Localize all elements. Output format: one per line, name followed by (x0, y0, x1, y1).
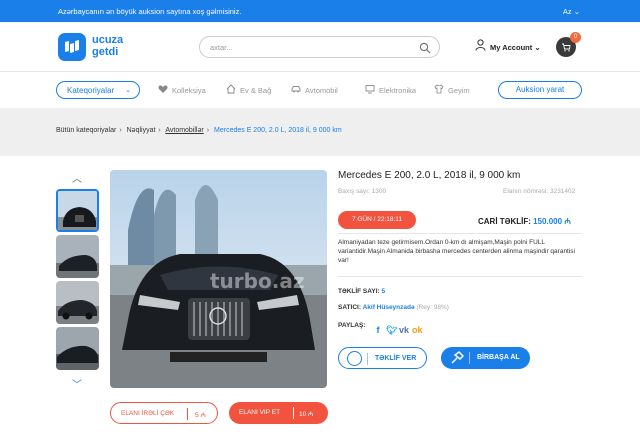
nav-item-label: Ev & Bağ (240, 86, 272, 95)
thumbnail-3[interactable] (56, 281, 99, 324)
make-vip-label: ELANI VIP ET (239, 409, 281, 416)
breadcrumb-item[interactable]: Nəqliyyat (127, 127, 156, 134)
divider (338, 233, 582, 234)
cart-count-badge: 0 (570, 32, 581, 43)
manat-icon: ₼ (564, 217, 571, 226)
top-bar: Azərbaycanın ən böyük auksion saytına xo… (0, 0, 640, 22)
divider (338, 276, 582, 277)
seller-name-link[interactable]: Akif Hüseynzadə (363, 304, 415, 311)
seller-label: SATICI: (338, 304, 361, 311)
logo-line-1: ucuza (92, 34, 124, 46)
search-input[interactable]: axtar... (199, 36, 440, 58)
thumbnail-2[interactable] (56, 235, 99, 278)
bump-listing-price: 5 (195, 412, 199, 419)
make-vip-price: 10 (299, 411, 307, 418)
create-auction-button[interactable]: Auksion yarat (498, 81, 582, 99)
buy-now-button[interactable]: BİRBAŞA AL (441, 347, 530, 369)
breadcrumb-current: Mercedes E 200, 2.0 L, 2018 il, 9 000 km (214, 127, 342, 134)
offer-count: TƏKLİF SAYI: 5 (338, 288, 385, 295)
share-row: PAYLAŞ: (338, 322, 365, 329)
nav-item-label: Kolleksiya (172, 86, 206, 95)
divider (293, 407, 294, 419)
vk-icon[interactable]: vk (399, 325, 409, 335)
chevron-down-icon: ⌄ (125, 87, 131, 94)
site-header: ucuza getdi axtar... My Account ⌄ 0 (0, 22, 640, 72)
view-count: Baxış sayı: 1300 (338, 188, 387, 195)
chevron-right-icon: › (119, 127, 122, 134)
chevron-up-icon[interactable]: ︿ (72, 170, 82, 185)
search-placeholder: axtar... (210, 43, 233, 52)
twitter-icon[interactable]: 🐦︎ (386, 325, 397, 335)
house-icon (226, 84, 236, 94)
listing-number: Elanın nömrəsi: 3231402 (503, 188, 576, 195)
make-offer-label: TƏKLİF VER (375, 355, 417, 362)
breadcrumb: Bütün kateqoriyalar › Nəqliyyat › Avtomobi… (56, 127, 345, 134)
product-title: Mercedes E 200, 2.0 L, 2018 il, 9 000 km (338, 170, 521, 181)
nav-item-label: Avtomobil (305, 86, 338, 95)
divider (469, 352, 470, 364)
share-icons: f 🐦︎ vk ok (373, 320, 425, 338)
divider (367, 353, 368, 365)
chevron-right-icon: › (206, 127, 210, 134)
heart-icon (158, 85, 168, 93)
category-nav: Kateqoriyalar ⌄ Kolleksiya Ev & Bağ Avto… (0, 72, 640, 108)
shirt-icon (434, 84, 444, 94)
nav-item-label: Elektronika (379, 86, 417, 95)
account-label: My Account (490, 43, 533, 52)
make-offer-button[interactable]: TƏKLİF VER (338, 347, 427, 369)
odnoklassniki-icon[interactable]: ok (412, 325, 423, 335)
thumbnail-1[interactable] (56, 189, 99, 232)
breadcrumb-item[interactable]: Avtomobillər (165, 127, 203, 134)
offer-count-label: TƏKLİF SAYI: (338, 288, 380, 295)
gavel-icon (451, 351, 464, 364)
facebook-icon[interactable]: f (373, 325, 383, 335)
product-description: Almaniyadan teze getirmisem.Ordan 0-km d… (338, 239, 576, 264)
search-icon[interactable] (419, 41, 431, 59)
bump-listing-button[interactable]: ELANI İRƏLİ ÇƏK 5 ₼ (110, 402, 218, 424)
breadcrumb-item[interactable]: Bütün kateqoriyalar (56, 127, 116, 134)
buy-now-label: BİRBAŞA AL (477, 354, 520, 361)
nav-item-label: Geyim (448, 86, 470, 95)
logo-icon[interactable] (58, 33, 86, 61)
logo-text[interactable]: ucuza getdi (92, 34, 123, 58)
divider (187, 408, 188, 420)
chevron-down-icon[interactable]: ﹀ (72, 376, 82, 391)
chevron-right-icon: › (158, 127, 161, 134)
cart-button[interactable]: 0 (556, 32, 581, 57)
countdown-timer: 7 GÜN / 22:18:11 (338, 211, 416, 229)
language-selector[interactable]: Az ⌄ (563, 7, 580, 16)
current-bid: CARİ TƏKLİF: 150.000 ₼ (478, 216, 571, 227)
seller-rating: (Rey: 98%) (416, 304, 449, 311)
seller-info: SATICI: Akif Hüseynzadə (Rey: 98%) (338, 304, 449, 311)
manat-icon: ₼ (200, 412, 206, 419)
share-label: PAYLAŞ: (338, 322, 366, 329)
welcome-text: Azərbaycanın ən böyük auksion saytına xo… (58, 7, 242, 16)
user-icon (475, 39, 486, 53)
current-bid-value: 150.000 (533, 217, 563, 226)
watermark: turbo.az (210, 269, 304, 293)
breadcrumb-band: Bütün kateqoriyalar › Nəqliyyat › Avtomobi… (0, 108, 640, 156)
current-bid-label: CARİ TƏKLİF: (478, 217, 531, 226)
logo-line-2: getdi (92, 46, 119, 58)
car-icon (291, 86, 301, 93)
categories-label: Kateqoriyalar (67, 86, 115, 95)
bump-listing-label: ELANI İRƏLİ ÇƏK (121, 410, 175, 417)
language-label: Az (562, 7, 572, 16)
product-main-image[interactable]: turbo.az (110, 170, 327, 388)
offer-count-value: 5 (381, 288, 386, 295)
manat-icon: ₼ (308, 411, 314, 418)
offer-icon (347, 351, 362, 366)
monitor-icon (365, 85, 375, 94)
thumbnail-4[interactable] (56, 327, 99, 370)
make-vip-button[interactable]: ELANI VIP ET 10 ₼ (229, 402, 328, 424)
cart-icon (562, 43, 571, 52)
categories-dropdown[interactable]: Kateqoriyalar ⌄ (56, 81, 140, 99)
